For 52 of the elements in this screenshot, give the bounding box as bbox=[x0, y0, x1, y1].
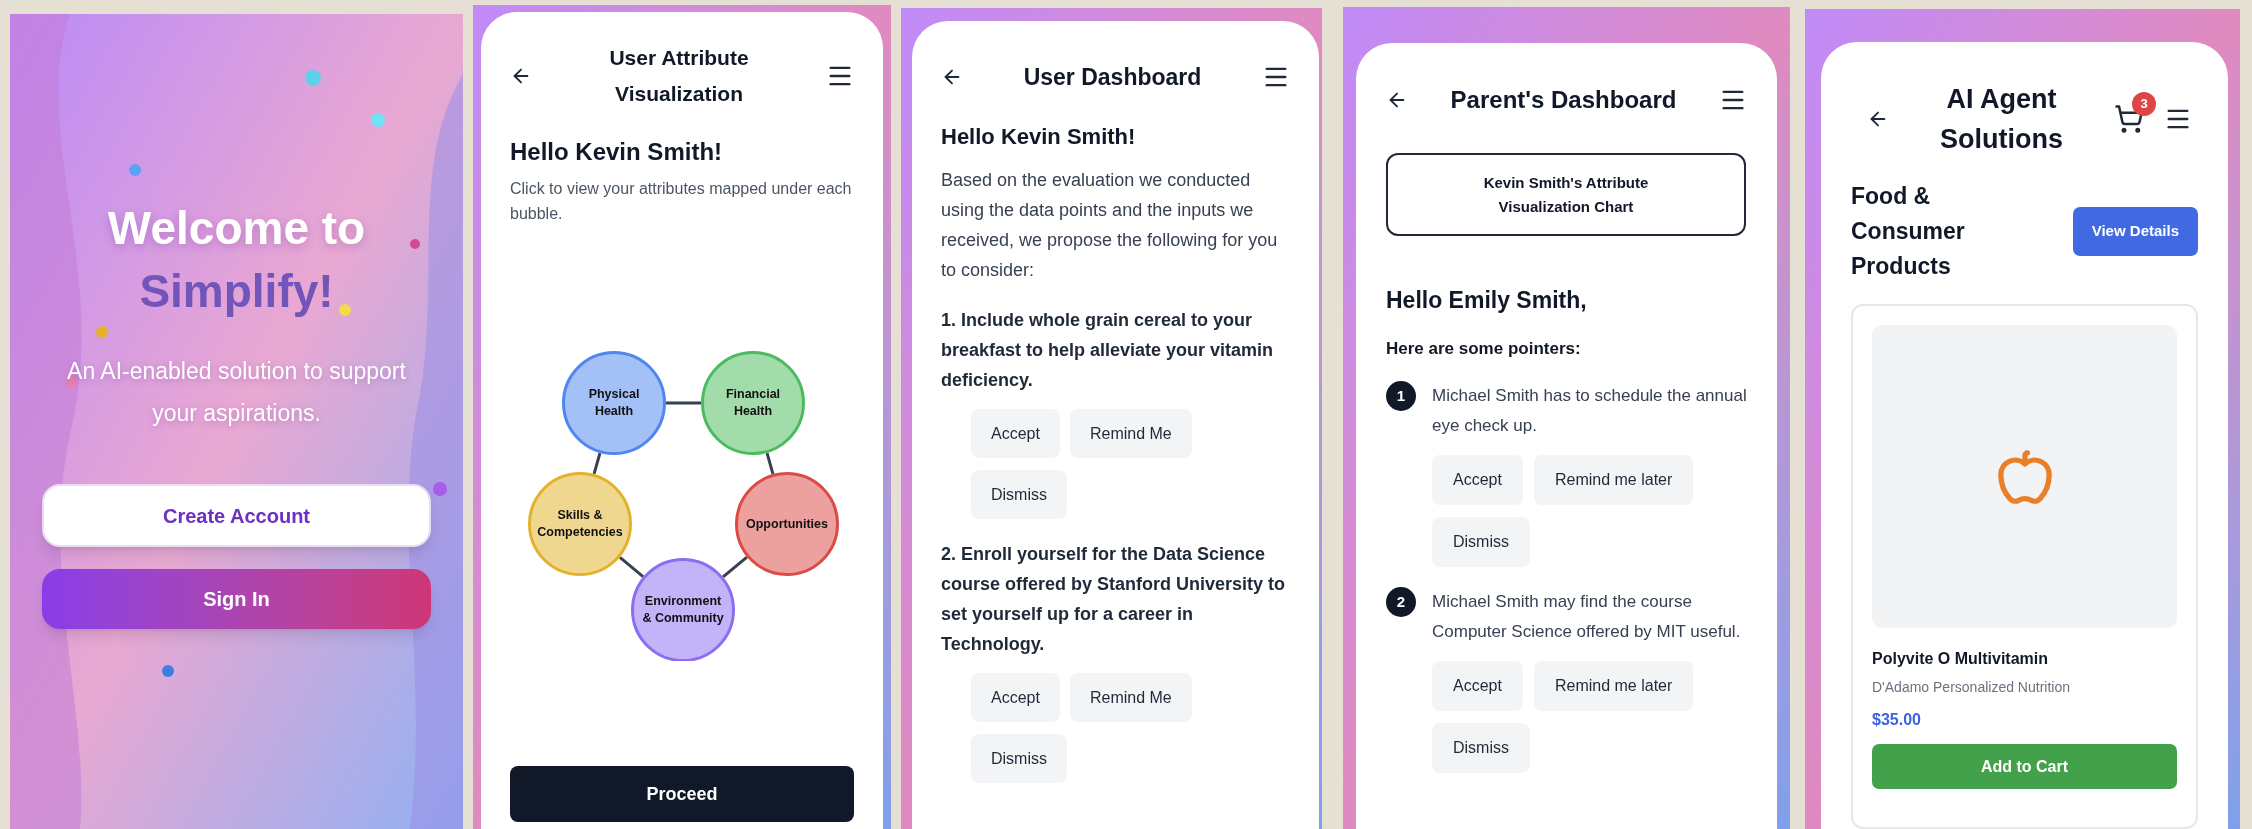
attribute-bubble[interactable]: Physical Health bbox=[562, 351, 666, 455]
action-button[interactable]: Remind me later bbox=[1533, 455, 1694, 505]
sign-in-button[interactable]: Sign In bbox=[42, 569, 431, 629]
intro-text: Click to view your attributes mapped under each bubble. bbox=[510, 179, 853, 224]
screen-title: AI Agent Solutions bbox=[1939, 83, 2064, 156]
action-button[interactable]: Remind Me bbox=[1069, 409, 1192, 458]
greeting: Hello Emily Smith, bbox=[1386, 286, 1588, 315]
screen-title: User Attribute Visualization bbox=[608, 45, 750, 107]
suggestion-text: 1. Include whole grain cereal to your breakfast to help alleviate your vitamin deficiency. bbox=[941, 309, 1275, 392]
tagline: An AI-enabled solution to support your aspirations. bbox=[66, 357, 407, 428]
welcome-title: Welcome to bbox=[107, 201, 366, 256]
product-brand: D'Adamo Personalized Nutrition bbox=[1872, 678, 2071, 697]
cart-count-badge: 3 bbox=[2132, 92, 2156, 116]
greeting: Hello Kevin Smith! bbox=[941, 123, 1137, 151]
attribute-bubble[interactable]: Opportunities bbox=[735, 472, 839, 576]
action-button[interactable]: Dismiss bbox=[1432, 723, 1530, 773]
action-button[interactable]: Remind Me bbox=[1069, 673, 1192, 722]
create-account-button[interactable]: Create Account bbox=[42, 484, 431, 547]
connector-line bbox=[592, 452, 602, 475]
product-price: $35.00 bbox=[1872, 710, 1922, 730]
screen-title: Parent's Dashboard bbox=[1450, 85, 1677, 115]
category-title: Food & Consumer Products bbox=[1851, 182, 1966, 281]
chart-button[interactable]: Kevin Smith's Attribute Visualization Chart bbox=[1386, 153, 1746, 236]
action-button[interactable]: Accept bbox=[971, 673, 1060, 722]
attribute-bubble[interactable]: Financial Health bbox=[701, 351, 805, 455]
view-details-button[interactable]: View Details bbox=[2072, 207, 2198, 256]
product-name: Polyvite O Multivitamin bbox=[1872, 649, 2050, 669]
greeting: Hello Kevin Smith! bbox=[510, 137, 724, 167]
connector-line bbox=[618, 556, 645, 578]
action-button[interactable]: Dismiss bbox=[971, 470, 1067, 519]
action-button[interactable]: Remind me later bbox=[1533, 661, 1694, 711]
suggestion-text: 2. Enroll yourself for the Data Science course offered by Stanford University to set yourself up for a career in Technology. bbox=[941, 543, 1287, 656]
action-button[interactable]: Dismiss bbox=[971, 734, 1067, 783]
apple-icon bbox=[1995, 447, 2054, 506]
action-button[interactable]: Accept bbox=[1432, 455, 1523, 505]
action-button[interactable]: Accept bbox=[1432, 661, 1523, 711]
proceed-button[interactable]: Proceed bbox=[510, 766, 854, 822]
number-badge: 2 bbox=[1386, 587, 1416, 617]
pointer-text: Michael Smith may find the course Computer Science offered by MIT useful. bbox=[1432, 591, 1742, 643]
attribute-bubble[interactable]: Skills & Competencies bbox=[528, 472, 632, 576]
action-button[interactable]: Accept bbox=[971, 409, 1060, 458]
connector-line bbox=[666, 401, 701, 405]
action-button[interactable]: Dismiss bbox=[1432, 517, 1530, 567]
subheading: Here are some pointers: bbox=[1386, 337, 1582, 360]
connector-line bbox=[722, 556, 748, 578]
attribute-bubble[interactable]: Environment & Community bbox=[631, 558, 735, 661]
pointer-text: Michael Smith has to schedule the annual eye check up. bbox=[1432, 385, 1747, 437]
connector-line bbox=[765, 452, 775, 475]
brand-name: Simplify! bbox=[139, 264, 334, 319]
screen-title: User Dashboard bbox=[1023, 63, 1202, 92]
intro-text: Based on the evaluation we conducted using the data points and the inputs we received, we propose the following for you to consider: bbox=[941, 169, 1279, 282]
number-badge: 1 bbox=[1386, 381, 1416, 411]
